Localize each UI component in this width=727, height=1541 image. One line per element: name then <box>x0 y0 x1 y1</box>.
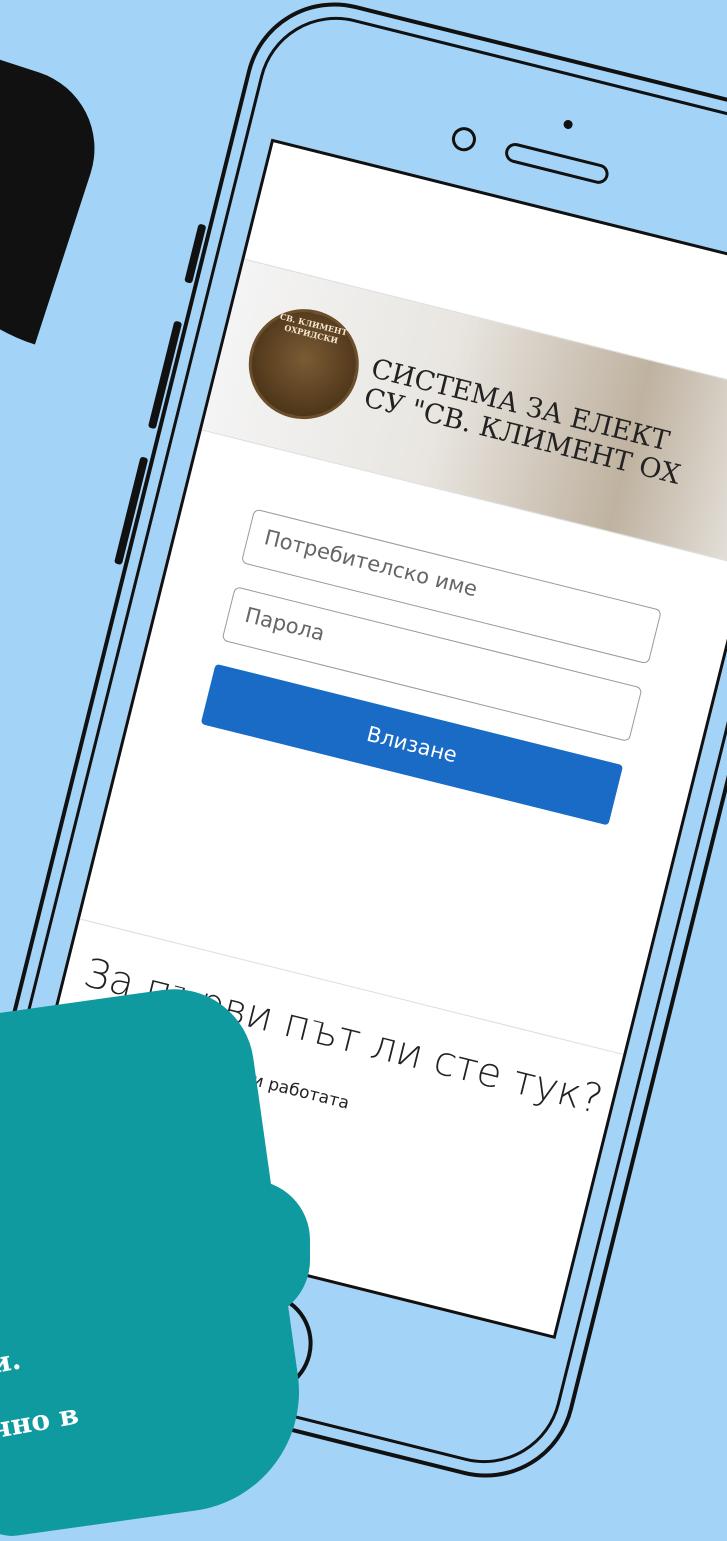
teal-overlay-shape-2 <box>150 1180 310 1320</box>
decorative-black-shape <box>0 35 116 345</box>
university-seal-logo: СВ. КЛИМЕНТ ОХРИДСКИ <box>237 297 371 431</box>
system-title: СИСТЕМА ЗА ЕЛЕКТ СУ "СВ. КЛИМЕНТ ОХ <box>361 353 691 491</box>
seal-text: СВ. КЛИМЕНТ ОХРИДСКИ <box>278 311 349 346</box>
